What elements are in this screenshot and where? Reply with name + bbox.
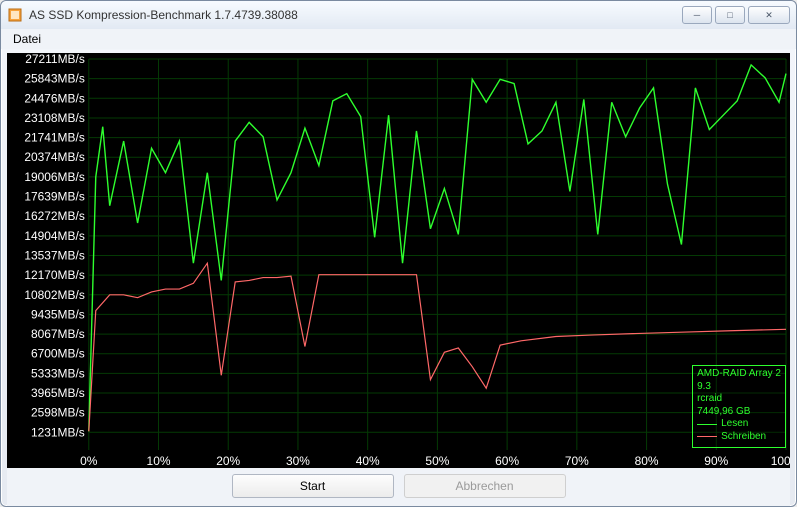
close-button[interactable]: ✕ xyxy=(748,6,790,24)
application-window: AS SSD Kompression-Benchmark 1.7.4739.38… xyxy=(0,0,797,507)
svg-text:0%: 0% xyxy=(80,454,98,468)
svg-text:25843MB/s: 25843MB/s xyxy=(24,72,84,86)
svg-text:40%: 40% xyxy=(356,454,380,468)
legend-capacity: 7449,96 GB xyxy=(697,406,781,419)
window-controls: ─ □ ✕ xyxy=(682,6,790,24)
svg-text:100%: 100% xyxy=(771,454,790,468)
minimize-button[interactable]: ─ xyxy=(682,6,712,24)
legend-write: Schreiben xyxy=(697,431,781,444)
legend-write-swatch xyxy=(697,436,717,437)
svg-text:80%: 80% xyxy=(635,454,659,468)
svg-text:70%: 70% xyxy=(565,454,589,468)
svg-text:20%: 20% xyxy=(216,454,240,468)
app-icon xyxy=(7,7,23,23)
maximize-button[interactable]: □ xyxy=(715,6,745,24)
svg-text:20374MB/s: 20374MB/s xyxy=(24,150,84,164)
svg-text:60%: 60% xyxy=(495,454,519,468)
legend-driver: rcraid xyxy=(697,393,781,406)
svg-text:21741MB/s: 21741MB/s xyxy=(24,131,84,145)
svg-text:9435MB/s: 9435MB/s xyxy=(31,307,85,321)
svg-text:14904MB/s: 14904MB/s xyxy=(24,229,84,243)
menubar: Datei xyxy=(1,29,796,49)
svg-text:19006MB/s: 19006MB/s xyxy=(24,170,84,184)
svg-text:50%: 50% xyxy=(425,454,449,468)
svg-text:2598MB/s: 2598MB/s xyxy=(31,406,85,420)
client-area: 1231MB/s 2598MB/s 3965MB/s 5333MB/s 6700MB/s… xyxy=(7,53,790,506)
chart: 1231MB/s 2598MB/s 3965MB/s 5333MB/s 6700MB/s… xyxy=(7,53,790,468)
legend: AMD-RAID Array 2 9.3 rcraid 7449,96 GB L… xyxy=(692,365,786,448)
titlebar[interactable]: AS SSD Kompression-Benchmark 1.7.4739.38… xyxy=(1,1,796,29)
legend-read-swatch xyxy=(697,424,717,425)
svg-text:23108MB/s: 23108MB/s xyxy=(24,111,84,125)
legend-read-label: Lesen xyxy=(721,418,748,431)
svg-text:12170MB/s: 12170MB/s xyxy=(24,268,84,282)
svg-text:10%: 10% xyxy=(147,454,171,468)
svg-text:13537MB/s: 13537MB/s xyxy=(24,248,84,262)
svg-text:16272MB/s: 16272MB/s xyxy=(24,209,84,223)
chart-svg: 1231MB/s 2598MB/s 3965MB/s 5333MB/s 6700MB/s… xyxy=(7,53,790,468)
legend-firmware: 9.3 xyxy=(697,381,781,394)
window-title: AS SSD Kompression-Benchmark 1.7.4739.38… xyxy=(29,8,682,22)
svg-text:10802MB/s: 10802MB/s xyxy=(24,288,84,302)
svg-text:1231MB/s: 1231MB/s xyxy=(31,425,85,439)
svg-text:3965MB/s: 3965MB/s xyxy=(31,386,85,400)
menu-file[interactable]: Datei xyxy=(7,30,47,48)
cancel-button: Abbrechen xyxy=(404,474,566,498)
svg-text:24476MB/s: 24476MB/s xyxy=(24,91,84,105)
legend-device: AMD-RAID Array 2 xyxy=(697,368,781,381)
svg-text:27211MB/s: 27211MB/s xyxy=(25,53,85,66)
button-row: Start Abbrechen xyxy=(7,472,790,506)
svg-text:6700MB/s: 6700MB/s xyxy=(31,347,85,361)
svg-text:17639MB/s: 17639MB/s xyxy=(24,190,84,204)
svg-text:8067MB/s: 8067MB/s xyxy=(31,327,85,341)
legend-read: Lesen xyxy=(697,418,781,431)
svg-text:5333MB/s: 5333MB/s xyxy=(31,366,85,380)
svg-text:30%: 30% xyxy=(286,454,310,468)
svg-text:90%: 90% xyxy=(704,454,728,468)
start-button[interactable]: Start xyxy=(232,474,394,498)
legend-write-label: Schreiben xyxy=(721,431,766,444)
